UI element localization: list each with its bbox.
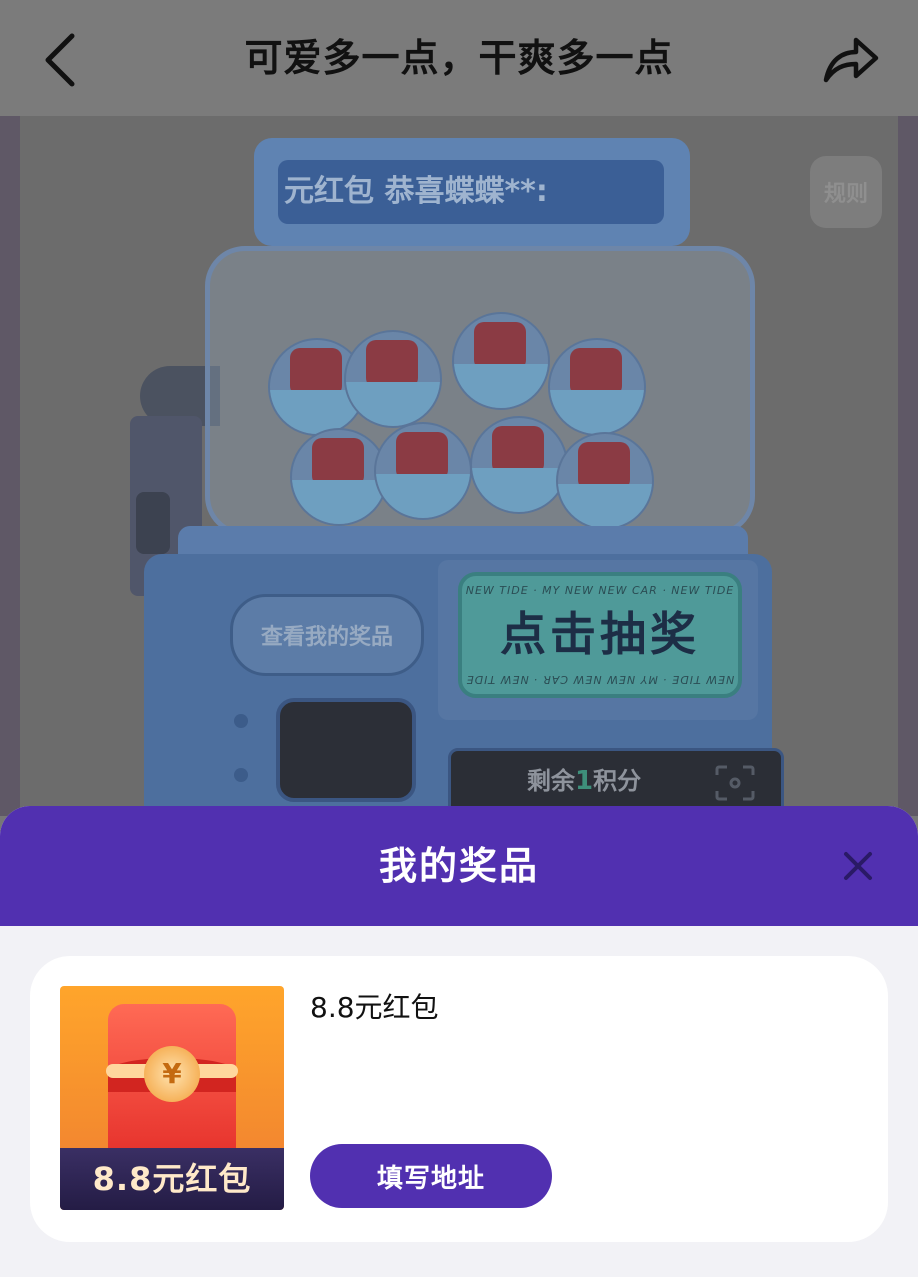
capsule-ball <box>344 330 442 428</box>
prize-thumbnail: ¥ 8.8元红包 <box>60 986 284 1210</box>
marquee-display: 元红包 恭喜蝶蝶**: <box>254 138 690 246</box>
share-arrow-icon <box>823 37 879 83</box>
marquee-text: 元红包 恭喜蝶蝶**: <box>278 160 664 224</box>
capsule-ball <box>548 338 646 436</box>
capsule-ball <box>290 428 388 526</box>
view-my-prizes-button[interactable]: 查看我的奖品 <box>230 594 424 676</box>
capsule-ball <box>374 422 472 520</box>
fill-address-button[interactable]: 填写地址 <box>310 1144 552 1208</box>
credits-prefix: 剩余 <box>527 767 575 795</box>
capsule-ball <box>556 432 654 530</box>
stage-right-edge <box>898 116 918 816</box>
page-title: 可爱多一点，干爽多一点 <box>244 36 674 80</box>
close-button[interactable] <box>838 846 878 886</box>
capsule-machine-stage: 规则 元红包 恭喜蝶蝶**: 查看我的奖品 NEW TIDE · MY NEW … <box>0 116 918 816</box>
credits-text: 剩余1积分 <box>527 763 641 799</box>
sheet-header: 我的奖品 <box>0 806 918 926</box>
prize-card: ¥ 8.8元红包 8.8元红包 填写地址 <box>30 956 888 1242</box>
draw-label: 点击抽奖 <box>500 607 700 661</box>
sheet-title: 我的奖品 <box>378 844 539 888</box>
prize-name: 8.8元红包 <box>310 991 439 1024</box>
credits-value: 1 <box>575 766 594 796</box>
capsule-ball <box>452 312 550 410</box>
draw-ring-text: NEW TIDE · MY NEW NEW CAR · NEW TIDE <box>465 584 735 597</box>
scan-icon <box>715 765 755 801</box>
machine-rivet <box>234 714 248 728</box>
capsule-ball <box>470 416 568 514</box>
chevron-left-icon <box>45 33 75 87</box>
page: 可爱多一点，干爽多一点 规则 元红包 恭喜蝶蝶**: 查看我的奖品 NEW TI… <box>0 0 918 1277</box>
my-prizes-sheet: 我的奖品 ¥ 8.8元红包 8.8元红包 填写地址 <box>0 806 918 1277</box>
share-button[interactable] <box>820 30 880 90</box>
rules-button[interactable]: 规则 <box>810 156 882 228</box>
yuan-coin-icon: ¥ <box>144 1046 200 1102</box>
draw-lottery-button[interactable]: NEW TIDE · MY NEW NEW CAR · NEW TIDE 点击抽… <box>458 572 742 698</box>
machine-rivet <box>234 768 248 782</box>
back-button[interactable] <box>36 30 96 90</box>
prize-slot <box>276 698 416 802</box>
machine-handle <box>136 492 170 554</box>
top-bar: 可爱多一点，干爽多一点 <box>0 0 918 116</box>
draw-ring-text-bottom: NEW TIDE · MY NEW NEW CAR · NEW TIDE <box>465 673 735 686</box>
thumbnail-caption: 8.8元红包 <box>60 1148 284 1210</box>
stage-left-edge <box>0 116 20 816</box>
close-icon <box>844 852 872 880</box>
credits-suffix: 积分 <box>593 767 642 795</box>
